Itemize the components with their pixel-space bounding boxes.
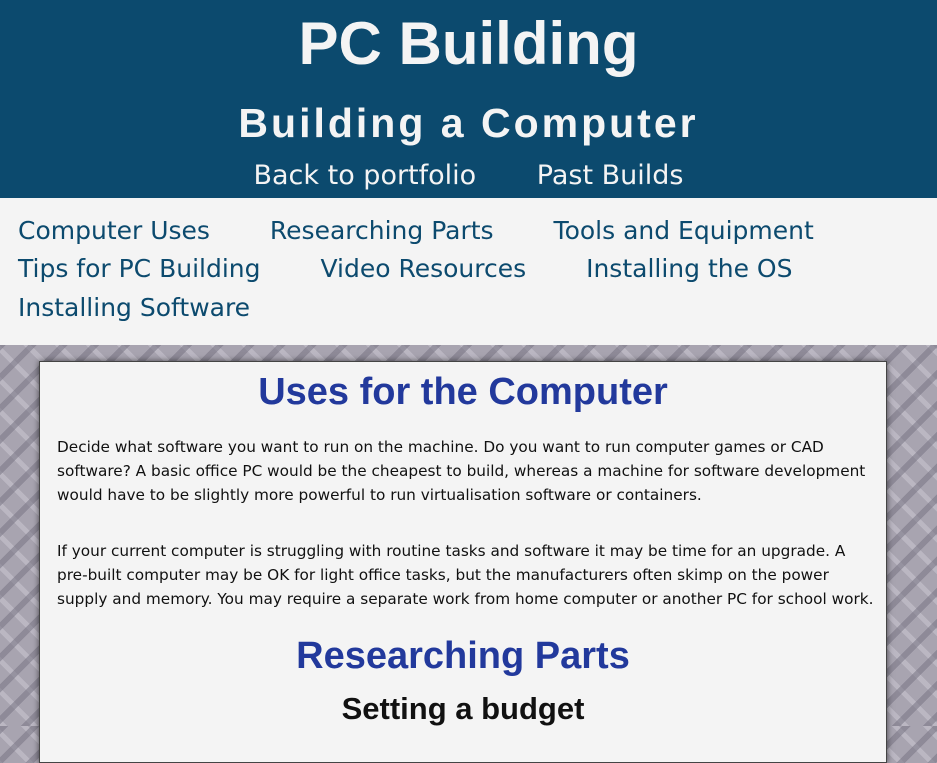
nav-link-computer-uses[interactable]: Computer Uses [18,216,210,245]
nav-link-installing-software[interactable]: Installing Software [18,293,250,322]
nav-link-tips[interactable]: Tips for PC Building [18,254,261,283]
nav-link-video-resources[interactable]: Video Resources [320,254,526,283]
nav-row: Computer Uses Researching Parts Tools an… [18,215,866,247]
nav-link-researching-parts[interactable]: Researching Parts [270,216,494,245]
uses-paragraph: Decide what software you want to run on … [57,438,866,504]
researching-parts-heading: Researching Parts [296,635,630,677]
uses-heading: Uses for the Computer [258,371,668,413]
content-card: Uses for the Computer Decide what softwa… [39,361,887,763]
nav-row: Tips for PC Building Video Resources Ins… [18,253,844,285]
site-subtitle: Building a Computer [238,100,699,146]
past-builds-link[interactable]: Past Builds [537,160,684,191]
nav-link-installing-os[interactable]: Installing the OS [586,254,792,283]
top-links: Back to portfolio Past Builds [0,156,937,196]
budget-heading: Setting a budget [341,691,585,726]
nav-link-tools-and-equipment[interactable]: Tools and Equipment [554,216,814,245]
back-to-portfolio-link[interactable]: Back to portfolio [253,160,476,191]
site-header: PC Building Building a Computer Back to … [0,0,937,198]
section-nav: Computer Uses Researching Parts Tools an… [0,198,937,345]
site-title: PC Building [298,10,639,77]
uses-paragraph: If your current computer is struggling w… [57,542,874,608]
nav-row: Installing Software [18,292,302,324]
